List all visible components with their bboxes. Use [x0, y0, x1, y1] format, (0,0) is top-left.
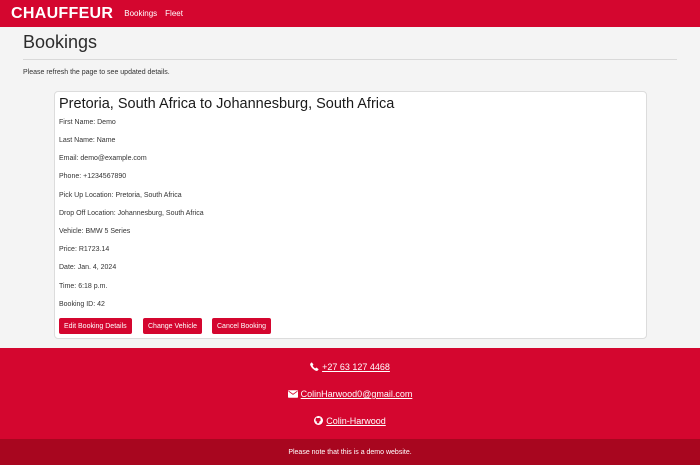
- footer-github-link[interactable]: Colin-Harwood: [0, 416, 700, 426]
- footer: +27 63 127 4468 ColinHarwood0@gmail.com …: [0, 348, 700, 439]
- footer-phone-link[interactable]: +27 63 127 4468: [0, 362, 700, 372]
- navbar: CHAUFFEUR Bookings Fleet: [0, 0, 700, 27]
- detail-first-name: First Name: Demo: [59, 119, 116, 126]
- detail-date: Date: Jan. 4, 2024: [59, 264, 117, 271]
- booking-card: Pretoria, South Africa to Johannesburg, …: [54, 91, 647, 339]
- phone-icon: [310, 362, 319, 371]
- cancel-booking-button[interactable]: Cancel Booking: [212, 318, 272, 334]
- page-title: Bookings: [23, 32, 98, 52]
- footer-email-link[interactable]: ColinHarwood0@gmail.com: [0, 389, 700, 399]
- detail-time: Time: 6:18 p.m.: [59, 283, 108, 290]
- change-vehicle-button[interactable]: Change Vehicle: [143, 318, 203, 334]
- demo-disclaimer-text: Please note that this is a demo website.: [288, 448, 412, 456]
- footer-email-text: ColinHarwood0@gmail.com: [300, 389, 413, 399]
- detail-last-name: Last Name: Name: [59, 137, 116, 144]
- nav-link-fleet[interactable]: Fleet: [165, 9, 183, 18]
- footer-phone-text: +27 63 127 4468: [322, 362, 390, 372]
- detail-email: Email: demo@example.com: [59, 155, 147, 162]
- nav-link-bookings[interactable]: Bookings: [124, 9, 157, 18]
- title-divider: [23, 59, 677, 60]
- detail-vehicle: Vehicle: BMW 5 Series: [59, 228, 131, 235]
- detail-phone: Phone: +1234567890: [59, 173, 127, 180]
- envelope-icon: [287, 390, 298, 398]
- brand-logo[interactable]: CHAUFFEUR: [11, 5, 113, 23]
- booking-route-title: Pretoria, South Africa to Johannesburg, …: [59, 96, 395, 112]
- detail-booking-id: Booking ID: 42: [59, 301, 105, 308]
- demo-disclaimer-bar: Please note that this is a demo website.: [0, 439, 700, 465]
- detail-dropoff: Drop Off Location: Johannesburg, South Af…: [59, 210, 204, 217]
- footer-github-text: Colin-Harwood: [326, 416, 386, 426]
- detail-price: Price: R1723.14: [59, 246, 110, 253]
- refresh-notice: Please refresh the page to see updated d…: [23, 69, 170, 76]
- detail-pickup: Pick Up Location: Pretoria, South Africa: [59, 192, 182, 199]
- edit-booking-button[interactable]: Edit Booking Details: [59, 318, 132, 334]
- github-icon: [314, 416, 324, 425]
